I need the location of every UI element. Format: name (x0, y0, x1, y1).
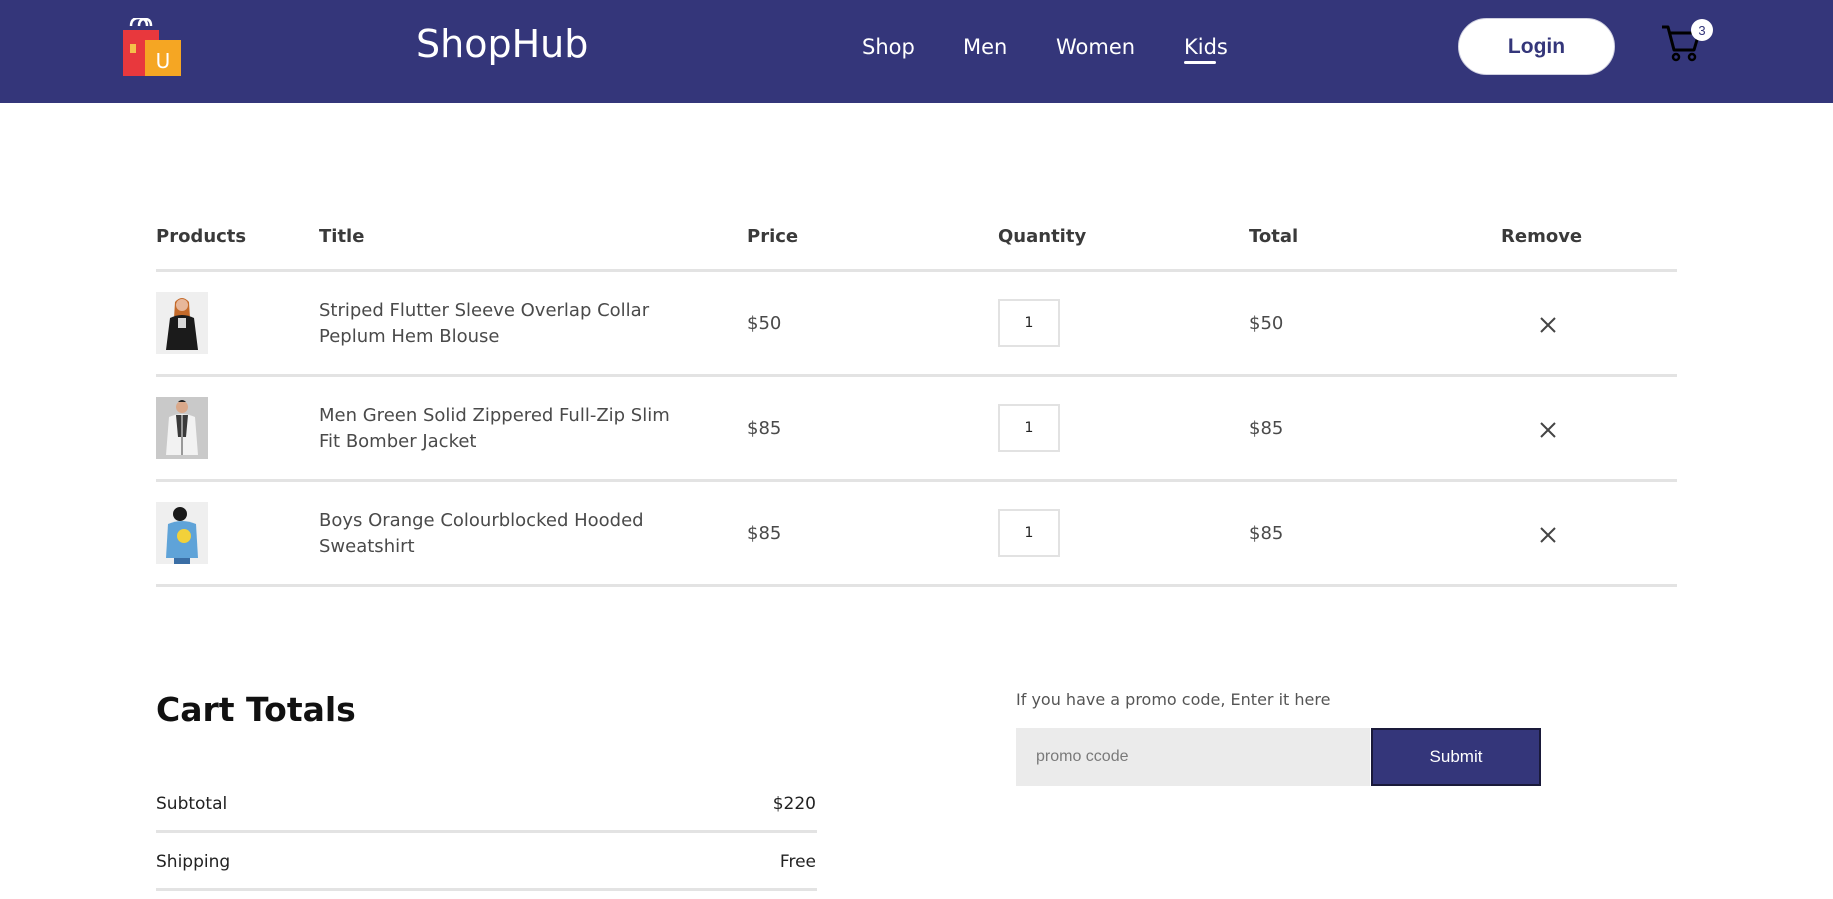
shipping-label: Shipping (156, 852, 231, 872)
header-title: Title (319, 226, 365, 247)
nav-link-shop[interactable]: Shop (862, 35, 915, 59)
row-divider (156, 374, 1677, 377)
header-divider (156, 269, 1677, 272)
nav-link-men[interactable]: Men (963, 35, 1007, 59)
subtotal-value: $220 (772, 794, 816, 814)
product-title[interactable]: Boys Orange Colourblocked Hooded Sweatsh… (319, 508, 689, 560)
quantity-input[interactable] (998, 299, 1060, 347)
close-icon[interactable] (1538, 525, 1558, 545)
shipping-value: Free (779, 852, 816, 872)
product-title[interactable]: Men Green Solid Zippered Full-Zip Slim F… (319, 403, 689, 455)
promo-label: If you have a promo code, Enter it here (1016, 690, 1331, 709)
totals-divider (156, 830, 817, 833)
shopping-bag-logo-icon[interactable]: U (121, 18, 183, 76)
submit-button[interactable]: Submit (1371, 728, 1541, 786)
header-price: Price (747, 226, 799, 247)
header-total: Total (1249, 226, 1299, 247)
product-title[interactable]: Striped Flutter Sleeve Overlap Collar Pe… (319, 298, 689, 350)
product-total: $50 (1249, 313, 1284, 334)
product-thumbnail[interactable] (156, 397, 208, 459)
product-total: $85 (1249, 523, 1284, 544)
cart-count-badge: 3 (1691, 19, 1713, 41)
row-divider (156, 479, 1677, 482)
nav-link-kids[interactable]: Kids (1184, 35, 1228, 59)
logo-letter: U (156, 49, 171, 73)
table-bottom-divider (156, 584, 1677, 587)
login-button[interactable]: Login (1458, 18, 1615, 75)
brand-name[interactable]: ShopHub (416, 22, 588, 66)
product-price: $85 (747, 418, 782, 439)
product-total: $85 (1249, 418, 1284, 439)
header-quantity: Quantity (998, 226, 1087, 247)
product-price: $85 (747, 523, 782, 544)
product-price: $50 (747, 313, 782, 334)
promo-code-input[interactable] (1016, 728, 1370, 786)
product-thumbnail[interactable] (156, 292, 208, 354)
subtotal-label: Subtotal (156, 794, 228, 814)
nav-active-indicator (1184, 61, 1216, 64)
navbar: U ShopHub Shop Men Women Kids Login 3 (0, 0, 1833, 103)
cart-totals-title: Cart Totals (156, 690, 356, 729)
totals-divider (156, 888, 817, 891)
nav-link-women[interactable]: Women (1056, 35, 1135, 59)
header-products: Products (156, 226, 247, 247)
product-thumbnail[interactable] (156, 502, 208, 564)
close-icon[interactable] (1538, 420, 1558, 440)
quantity-input[interactable] (998, 404, 1060, 452)
close-icon[interactable] (1538, 315, 1558, 335)
header-remove: Remove (1501, 226, 1583, 247)
quantity-input[interactable] (998, 509, 1060, 557)
